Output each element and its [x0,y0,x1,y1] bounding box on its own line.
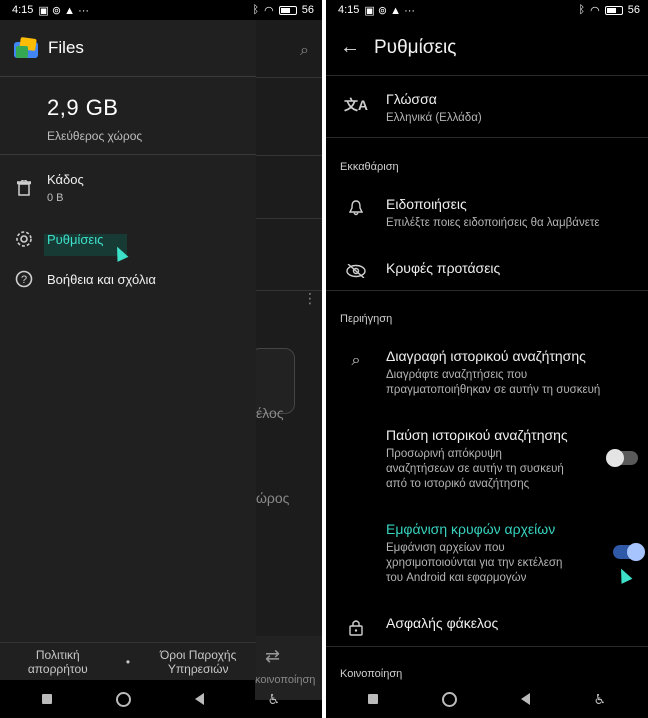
status-icons: ▣ ⊚ ▲ ··· [38,4,90,17]
status-bar: 4:15 ▣ ⊚ ▲ ··· ᛒ ◠ 56 [326,0,648,20]
drawer-item-trash[interactable]: Κάδος 0 B [0,172,256,204]
section-share-label: Κοινοποίηση [340,668,403,680]
clear-history-desc: Διαγράφτε αναζητήσεις που πραγματοποιήθη… [386,369,601,396]
trash-size: 0 B [47,192,64,204]
system-nav-bar: ♿ [0,680,322,718]
more-vert-icon: ⋮ [303,290,317,306]
hidden-suggestions-title: Κρυφές προτάσεις [386,260,501,276]
home-button[interactable] [115,691,131,707]
divider [326,646,648,647]
settings-toolbar: ← Ρυθμίσεις [326,20,648,76]
pause-history-title: Παύση ιστορικού αναζήτησης [386,427,568,443]
storage-summary: 2,9 GB Ελεύθερος χώρος [0,77,256,155]
back-arrow-icon[interactable]: ← [326,36,374,59]
free-space-label: Ελεύθερος χώρος [47,129,143,143]
help-label: Βοήθεια και σχόλια [47,271,156,287]
battery-icon [278,5,297,15]
bluetooth-icon: ᛒ [578,4,586,16]
status-bar: 4:15 ▣ ⊚ ▲ ··· ᛒ ◠ 56 [0,0,322,20]
drawer-item-help[interactable]: ? Βοήθεια και σχόλια [0,270,256,288]
safe-folder-title: Ασφαλής φάκελος [386,615,499,631]
right-screen: 4:15 ▣ ⊚ ▲ ··· ᛒ ◠ 56 ← Ρυθμίσεις 文A Γλώ… [326,0,648,718]
show-hidden-title: Εμφάνιση κρυφών αρχείων [386,521,556,537]
left-screen: 4:15 ▣ ⊚ ▲ ··· ᛒ ◠ 56 ⌕ ⋮ έλος ώρος ⇄ κο… [0,0,322,718]
notifications-title: Ειδοποιήσεις [386,196,467,212]
setting-notifications[interactable]: Ειδοποιήσεις Επιλέξτε ποιες ειδοποιήσεις… [326,196,648,231]
section-browse-label: Περιήγηση [340,313,393,325]
back-button[interactable] [194,693,204,705]
drawer-header: Files [0,20,256,77]
setting-show-hidden-files[interactable]: Εμφάνιση κρυφών αρχείων Εμφάνιση αρχείων… [326,521,648,586]
background-text: έλος [256,405,284,421]
setting-pause-search-history[interactable]: Παύση ιστορικού αναζήτησης Προσωρινή από… [326,427,648,492]
search-icon: ⌕ [351,352,361,369]
footer-dot: • [125,654,131,669]
setting-hidden-suggestions[interactable]: Κρυφές προτάσεις [326,260,648,278]
show-hidden-switch[interactable] [613,543,645,561]
settings-label: Ρυθμίσεις [47,231,104,247]
help-icon: ? [0,270,47,288]
background-text: ώρος [256,490,290,506]
status-icons: ▣ ⊚ ▲ ··· [364,4,416,17]
svg-text:?: ? [20,274,26,286]
show-hidden-desc: Εμφάνιση αρχείων που χρησιμοποιούνται γι… [386,542,563,584]
accessibility-icon[interactable]: ♿ [268,691,281,708]
setting-language[interactable]: 文A Γλώσσα Ελληνικά (Ελλάδα) [326,91,648,126]
pause-history-desc: Προσωρινή απόκρυψη αναζητήσεων σε αυτήν … [386,448,564,490]
clear-history-title: Διαγραφή ιστορικού αναζήτησης [386,348,586,364]
navigation-drawer: Files 2,9 GB Ελεύθερος χώρος [0,20,256,680]
bluetooth-icon: ᛒ [252,4,260,16]
pause-history-switch[interactable] [606,449,638,467]
battery-level: 56 [627,4,640,16]
drawer-footer: Πολιτική απορρήτου • Όροι Παροχής Υπηρεσ… [0,642,256,680]
recents-button[interactable] [367,694,378,704]
status-time: 4:15 [12,4,34,16]
accessibility-icon[interactable]: ♿ [594,691,607,708]
back-button[interactable] [520,693,530,705]
free-space-size: 2,9 GB [47,95,119,120]
system-nav-bar: ♿ [326,680,648,718]
home-button[interactable] [441,691,457,707]
setting-safe-folder[interactable]: Ασφαλής φάκελος [326,615,648,636]
wifi-icon: ◠ [590,4,600,17]
share-icon: ⇄ [265,646,281,666]
files-logo-icon [14,36,38,58]
page-title: Ρυθμίσεις [374,36,457,58]
battery-icon [604,5,623,15]
divider [326,290,648,291]
drawer-item-settings[interactable]: Ρυθμίσεις [0,230,256,248]
privacy-policy-link[interactable]: Πολιτική απορρήτου [10,648,105,676]
app-title: Files [48,38,84,57]
trash-label: Κάδος [47,172,84,187]
translate-icon: 文A [343,97,369,113]
recents-button[interactable] [41,694,52,704]
gear-icon [0,230,47,248]
visibility-off-icon [326,260,386,278]
wifi-icon: ◠ [264,4,274,17]
battery-level: 56 [301,4,314,16]
terms-of-service-link[interactable]: Όροι Παροχής Υπηρεσιών [151,648,246,676]
setting-clear-search-history[interactable]: ⌕ Διαγραφή ιστορικού αναζήτησης Διαγράφτ… [326,348,648,398]
lock-icon [326,615,386,636]
search-icon: ⌕ [300,42,309,59]
language-value: Ελληνικά (Ελλάδα) [386,112,482,124]
notifications-desc: Επιλέξτε ποιες ειδοποιήσεις θα λαμβάνετε [386,217,600,229]
section-cleanup-label: Εκκαθάριση [340,161,399,173]
language-title: Γλώσσα [386,91,437,107]
trash-icon [0,180,47,196]
divider [326,137,648,138]
status-time: 4:15 [338,4,360,16]
bell-icon [326,196,386,231]
